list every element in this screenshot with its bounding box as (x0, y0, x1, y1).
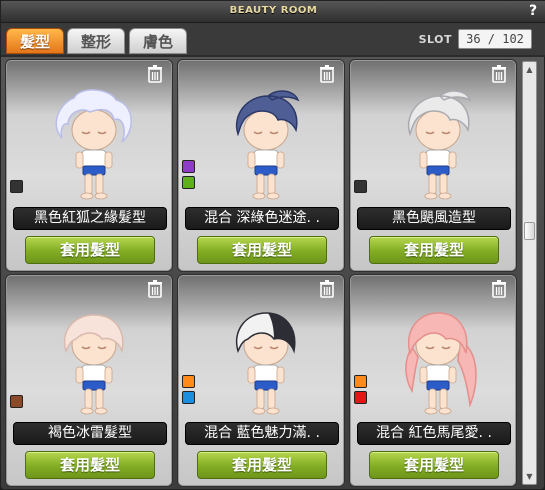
character-preview (212, 86, 312, 204)
hair-name: 混合 紅色馬尾愛. . (357, 422, 511, 445)
window-title: BEAUTY ROOM (229, 5, 318, 16)
tab-face[interactable]: 整形 (67, 28, 125, 54)
scrollbar[interactable]: ▲ ▼ (522, 61, 537, 485)
character-preview (40, 301, 140, 419)
hair-item-card[interactable]: 褐色冰雷髮型套用髮型 (5, 274, 173, 487)
apply-hair-button[interactable]: 套用髮型 (197, 451, 327, 479)
tab-hair[interactable]: 髮型 (6, 28, 64, 54)
apply-hair-button[interactable]: 套用髮型 (369, 236, 499, 264)
color-swatch[interactable] (182, 391, 195, 404)
help-icon[interactable]: ? (525, 3, 541, 19)
color-swatch[interactable] (182, 375, 195, 388)
color-swatches (182, 160, 195, 192)
color-swatch[interactable] (354, 375, 367, 388)
hair-item-card[interactable]: 黑色紅狐之緣髮型套用髮型 (5, 59, 173, 272)
apply-hair-button[interactable]: 套用髮型 (25, 451, 155, 479)
arrow-up-icon[interactable]: ▲ (523, 63, 536, 76)
character-preview (40, 86, 140, 204)
hair-name: 混合 藍色魅力滿. . (185, 422, 339, 445)
trash-icon[interactable] (147, 280, 163, 298)
color-swatch[interactable] (182, 160, 195, 173)
character-preview (212, 301, 312, 419)
color-swatch[interactable] (354, 180, 367, 193)
hair-item-card[interactable]: 混合 深綠色迷途. . 套用髮型 (177, 59, 345, 272)
apply-hair-button[interactable]: 套用髮型 (369, 451, 499, 479)
slot-value: 36 / 102 (458, 29, 532, 49)
color-swatches (182, 375, 195, 407)
scroll-thumb[interactable] (524, 222, 535, 240)
character-preview (384, 301, 484, 419)
hair-name: 混合 深綠色迷途. . (185, 207, 339, 230)
color-swatches (10, 395, 23, 411)
slot-label: SLOT (418, 33, 452, 46)
hair-name: 黑色颶風造型 (357, 207, 511, 230)
title-bar: BEAUTY ROOM ? (1, 1, 545, 23)
character-preview (384, 86, 484, 204)
color-swatches (354, 180, 367, 196)
beauty-room-window: BEAUTY ROOM ? 髮型 整形 膚色 SLOT 36 / 102 黑色紅… (0, 0, 545, 490)
trash-icon[interactable] (491, 65, 507, 83)
color-swatches (10, 180, 23, 196)
hair-item-card[interactable]: 黑色颶風造型套用髮型 (349, 59, 517, 272)
tab-skin[interactable]: 膚色 (129, 28, 187, 54)
trash-icon[interactable] (319, 280, 335, 298)
trash-icon[interactable] (319, 65, 335, 83)
color-swatch[interactable] (10, 395, 23, 408)
arrow-down-icon[interactable]: ▼ (523, 470, 536, 483)
hair-name: 褐色冰雷髮型 (13, 422, 167, 445)
color-swatch[interactable] (10, 180, 23, 193)
color-swatch[interactable] (354, 391, 367, 404)
hair-grid: 黑色紅狐之緣髮型 套用髮型 混合 深綠色迷途. . 套用髮型 黑色颶風造型 套用… (5, 59, 519, 487)
color-swatch[interactable] (182, 176, 195, 189)
color-swatches (354, 375, 367, 407)
hair-name: 黑色紅狐之緣髮型 (13, 207, 167, 230)
apply-hair-button[interactable]: 套用髮型 (197, 236, 327, 264)
trash-icon[interactable] (147, 65, 163, 83)
hair-item-card[interactable]: 混合 紅色馬尾愛. . 套用髮型 (349, 274, 517, 487)
trash-icon[interactable] (491, 280, 507, 298)
hair-item-card[interactable]: 混合 藍色魅力滿. . 套用髮型 (177, 274, 345, 487)
apply-hair-button[interactable]: 套用髮型 (25, 236, 155, 264)
